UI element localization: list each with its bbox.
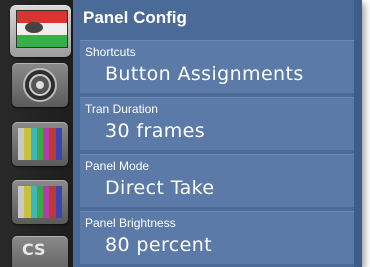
setting-value: 30 frames (105, 120, 206, 142)
cs-settings-icon: CS (22, 240, 46, 259)
setting-row-tran-duration[interactable]: Tran Duration 30 frames (80, 97, 354, 150)
color-bars-icon (18, 128, 62, 160)
color-bars-icon (18, 186, 62, 218)
setting-label: Tran Duration (85, 102, 158, 116)
sidebar-tile-preview[interactable] (10, 5, 71, 57)
setting-row-panel-brightness[interactable]: Panel Brightness 80 percent (80, 211, 354, 264)
sidebar-tile-bars-1[interactable] (12, 122, 68, 166)
sidebar: CS (0, 0, 73, 267)
sidebar-tile-camera[interactable] (12, 63, 68, 107)
setting-value: Button Assignments (105, 63, 304, 85)
page-title: Panel Config (83, 8, 187, 27)
setting-label: Panel Mode (85, 159, 150, 173)
sidebar-tile-cs[interactable]: CS (12, 236, 68, 267)
scroll-track[interactable] (354, 0, 362, 267)
panel-config-window: CS Panel Config Shortcuts Button Assignm… (0, 0, 362, 267)
setting-label: Panel Brightness (85, 216, 176, 230)
sidebar-tile-bars-2[interactable] (12, 180, 68, 224)
setting-value: Direct Take (105, 177, 215, 199)
preview-program-icon (16, 10, 68, 48)
setting-value: 80 percent (105, 234, 212, 256)
setting-row-panel-mode[interactable]: Panel Mode Direct Take (80, 154, 354, 207)
setting-row-shortcuts[interactable]: Shortcuts Button Assignments (80, 40, 354, 93)
setting-label: Shortcuts (85, 45, 136, 59)
camera-lens-icon (23, 68, 57, 102)
